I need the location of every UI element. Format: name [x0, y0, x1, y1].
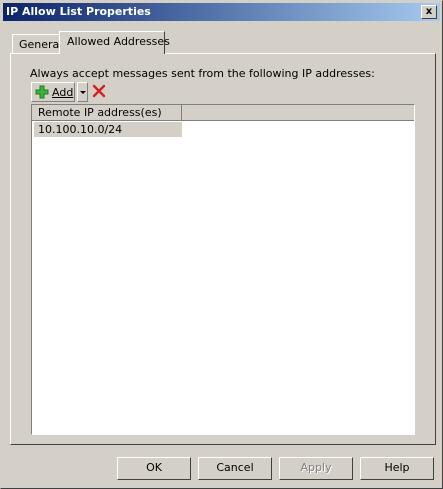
ip-address-list[interactable]: Remote IP address(es) 10.100.10.0/24: [31, 104, 415, 435]
ok-button[interactable]: OK: [117, 457, 191, 480]
red-x-icon: [92, 84, 106, 98]
apply-button[interactable]: Apply: [279, 457, 353, 480]
add-dropdown-button[interactable]: [77, 82, 88, 102]
green-plus-icon: [35, 85, 49, 99]
title-bar: IP Allow List Properties x: [3, 3, 440, 21]
cancel-button[interactable]: Cancel: [198, 457, 272, 480]
add-button-label: Add: [52, 86, 74, 99]
help-button[interactable]: Help: [360, 457, 434, 480]
list-item[interactable]: 10.100.10.0/24: [34, 122, 182, 137]
tab-general[interactable]: General: [12, 34, 63, 53]
chevron-down-icon: [80, 91, 86, 94]
column-header-filler: [182, 105, 414, 121]
tab-allowed-addresses[interactable]: Allowed Addresses: [59, 31, 170, 54]
tab-allowed-addresses-label: Allowed Addresses: [67, 35, 170, 48]
tab-panel: Always accept messages sent from the fol…: [10, 53, 436, 445]
close-icon: x: [425, 6, 433, 17]
window-title: IP Allow List Properties: [6, 5, 151, 18]
tab-general-label: General: [19, 38, 63, 51]
delete-button[interactable]: [91, 83, 107, 99]
column-header-remote-ip[interactable]: Remote IP address(es): [32, 105, 182, 121]
close-button[interactable]: x: [421, 5, 437, 19]
dialog-window: IP Allow List Properties x General Allow…: [0, 0, 443, 489]
add-button[interactable]: Add: [31, 82, 75, 102]
panel-description: Always accept messages sent from the fol…: [30, 67, 375, 80]
